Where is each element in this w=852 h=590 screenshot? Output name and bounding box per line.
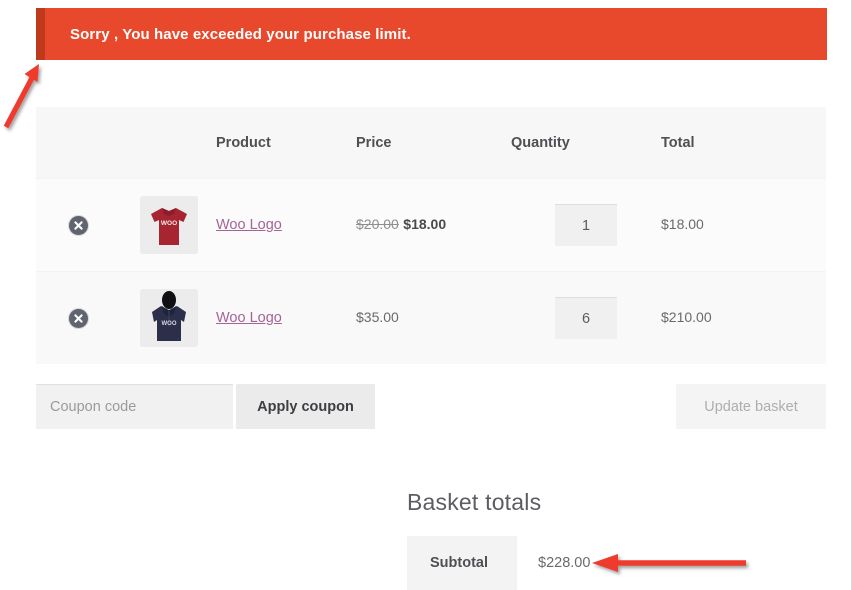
basket-totals-table: Subtotal $228.00: [407, 536, 826, 590]
cart-header-row: Product Price Quantity Total: [36, 107, 826, 178]
coupon-code-input[interactable]: [36, 384, 233, 429]
page-canvas: Sorry , You have exceeded your purchase …: [0, 0, 852, 590]
line-total: $18.00: [661, 216, 704, 232]
quantity-input[interactable]: 6: [555, 297, 617, 339]
line-total: $210.00: [661, 309, 712, 325]
price-cell: $35.00: [356, 309, 511, 327]
svg-text:WOO: WOO: [161, 321, 176, 327]
notice-message: Sorry , You have exceeded your purchase …: [70, 25, 411, 43]
notice-accent-bar: [36, 8, 45, 60]
subtotal-value: $228.00: [538, 555, 591, 571]
price-cell: $20.00 $18.00: [356, 216, 511, 234]
column-total: Total: [661, 134, 695, 151]
thumbnail-cell: WOO: [121, 289, 216, 347]
quantity-cell: 1: [511, 204, 661, 246]
line-total-cell: $210.00: [661, 309, 811, 327]
product-link[interactable]: Woo Logo: [216, 217, 282, 233]
basket-totals-heading: Basket totals: [407, 489, 542, 515]
cart-table: Product Price Quantity Total WOO Woo Log…: [36, 107, 826, 364]
red-tshirt-woo-logo-icon[interactable]: WOO: [139, 196, 198, 254]
column-product: Product: [216, 134, 271, 151]
quantity-cell: 6: [511, 297, 661, 339]
svg-text:WOO: WOO: [160, 220, 176, 227]
column-quantity: Quantity: [511, 134, 570, 151]
error-notice: Sorry , You have exceeded your purchase …: [36, 8, 827, 60]
remove-cell: [36, 215, 121, 235]
apply-coupon-button[interactable]: Apply coupon: [236, 384, 375, 429]
update-basket-button[interactable]: Update basket: [676, 384, 826, 429]
column-price: Price: [356, 134, 392, 151]
navy-hoodie-woo-logo-icon[interactable]: WOO: [139, 289, 198, 347]
remove-cell: [36, 308, 121, 328]
thumbnail-cell: WOO: [121, 196, 216, 254]
product-name-cell: Woo Logo: [216, 309, 356, 327]
line-total-cell: $18.00: [661, 216, 811, 234]
product-link[interactable]: Woo Logo: [216, 310, 282, 326]
table-row: WOO Woo Logo $35.00 6 $210.00: [36, 271, 826, 364]
product-name-cell: Woo Logo: [216, 216, 356, 234]
subtotal-label: Subtotal: [407, 536, 517, 590]
quantity-input[interactable]: 1: [555, 204, 617, 246]
price-sale: $18.00: [403, 216, 447, 232]
table-row: WOO Woo Logo $20.00 $18.00 1 $18.00: [36, 178, 826, 271]
remove-item-icon[interactable]: [69, 215, 88, 235]
remove-item-icon[interactable]: [69, 308, 88, 328]
price-original: $20.00: [356, 216, 399, 232]
price-regular: $35.00: [356, 309, 399, 325]
